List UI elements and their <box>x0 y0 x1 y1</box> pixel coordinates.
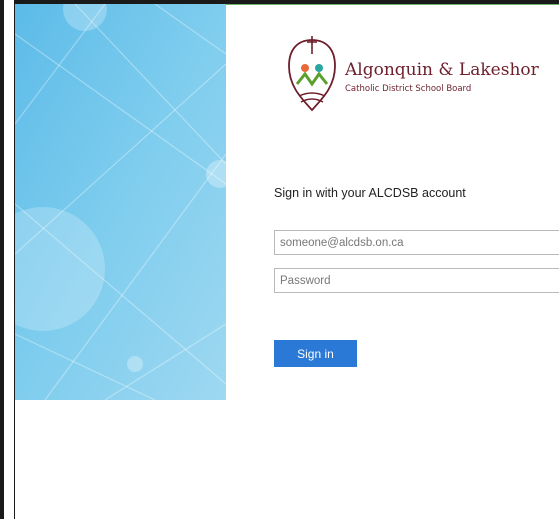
sign-in-button[interactable]: Sign in <box>274 340 357 367</box>
email-field[interactable] <box>274 230 559 255</box>
school-board-logo: Algonquin & Lakeshor Catholic District S… <box>283 34 559 116</box>
signin-heading: Sign in with your ALCDSB account <box>274 186 466 200</box>
background-illustration <box>15 4 226 400</box>
window-left-border <box>0 0 15 519</box>
brand-name: Algonquin & Lakeshor <box>345 60 539 80</box>
brand-subtitle: Catholic District School Board <box>345 84 472 94</box>
password-field[interactable] <box>274 268 559 293</box>
crest-icon <box>288 36 336 112</box>
